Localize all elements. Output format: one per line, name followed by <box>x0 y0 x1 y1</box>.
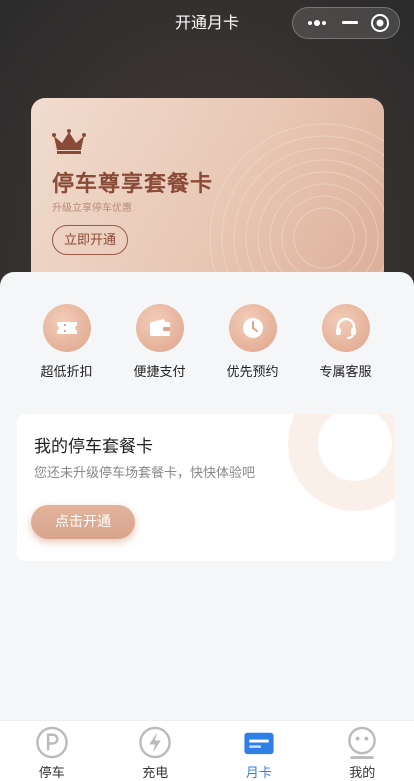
lightning-icon <box>137 725 173 760</box>
vip-package-card: 停车尊享套餐卡 升级立享停车优惠 立即开通 <box>31 98 384 298</box>
decorative-arc <box>285 414 395 514</box>
vip-card-subtitle: 升级立享停车优惠 <box>52 199 132 214</box>
bottom-tab-bar: 停车 充电 月卡 我的 <box>0 720 414 781</box>
benefit-label: 专属客服 <box>319 361 371 380</box>
benefits-row: 超低折扣 便捷支付 优先预约 <box>0 304 414 380</box>
benefit-discount[interactable]: 超低折扣 <box>20 304 113 380</box>
tab-mine[interactable]: 我的 <box>311 721 414 781</box>
tab-label: 停车 <box>39 762 65 781</box>
benefit-label: 超低折扣 <box>40 361 92 380</box>
vip-card-title: 停车尊享套餐卡 <box>52 166 213 198</box>
benefit-service[interactable]: 专属客服 <box>299 304 392 380</box>
my-card-title: 我的停车套餐卡 <box>34 432 153 457</box>
benefit-reservation[interactable]: 优先预约 <box>206 304 299 380</box>
tab-label: 充电 <box>142 762 168 781</box>
tab-label: 我的 <box>349 762 375 781</box>
tab-monthly-card[interactable]: 月卡 <box>207 721 311 781</box>
benefit-payment[interactable]: 便捷支付 <box>113 304 206 380</box>
parking-icon <box>34 725 70 760</box>
wallet-icon <box>149 319 171 337</box>
minus-icon <box>342 21 358 25</box>
target-close-icon <box>370 13 390 33</box>
clock-icon <box>242 317 264 339</box>
more-dots-icon <box>307 19 327 27</box>
headset-icon <box>334 316 358 340</box>
activate-button[interactable]: 点击开通 <box>31 505 135 539</box>
benefit-label: 便捷支付 <box>133 361 185 380</box>
tab-charging[interactable]: 充电 <box>104 721 208 781</box>
my-package-card: 我的停车套餐卡 您还未升级停车场套餐卡，快快体验吧 点击开通 <box>17 414 395 561</box>
my-card-description: 您还未升级停车场套餐卡，快快体验吧 <box>34 462 255 481</box>
ticket-icon <box>56 320 78 336</box>
header-background: 开通月卡 停车尊享套餐卡 升级立享 <box>0 0 414 300</box>
benefit-label: 优先预约 <box>226 361 278 380</box>
minimize-button[interactable] <box>331 8 369 38</box>
face-icon <box>344 725 380 760</box>
card-icon <box>241 725 277 760</box>
close-button[interactable] <box>365 8 395 38</box>
content-sheet: 超低折扣 便捷支付 优先预约 <box>0 272 414 722</box>
mini-program-capsule <box>292 7 400 39</box>
crown-icon <box>51 128 87 156</box>
tab-label: 月卡 <box>246 762 272 781</box>
tab-parking[interactable]: 停车 <box>0 721 104 781</box>
decorative-rings <box>204 118 384 298</box>
open-now-button[interactable]: 立即开通 <box>52 225 128 255</box>
